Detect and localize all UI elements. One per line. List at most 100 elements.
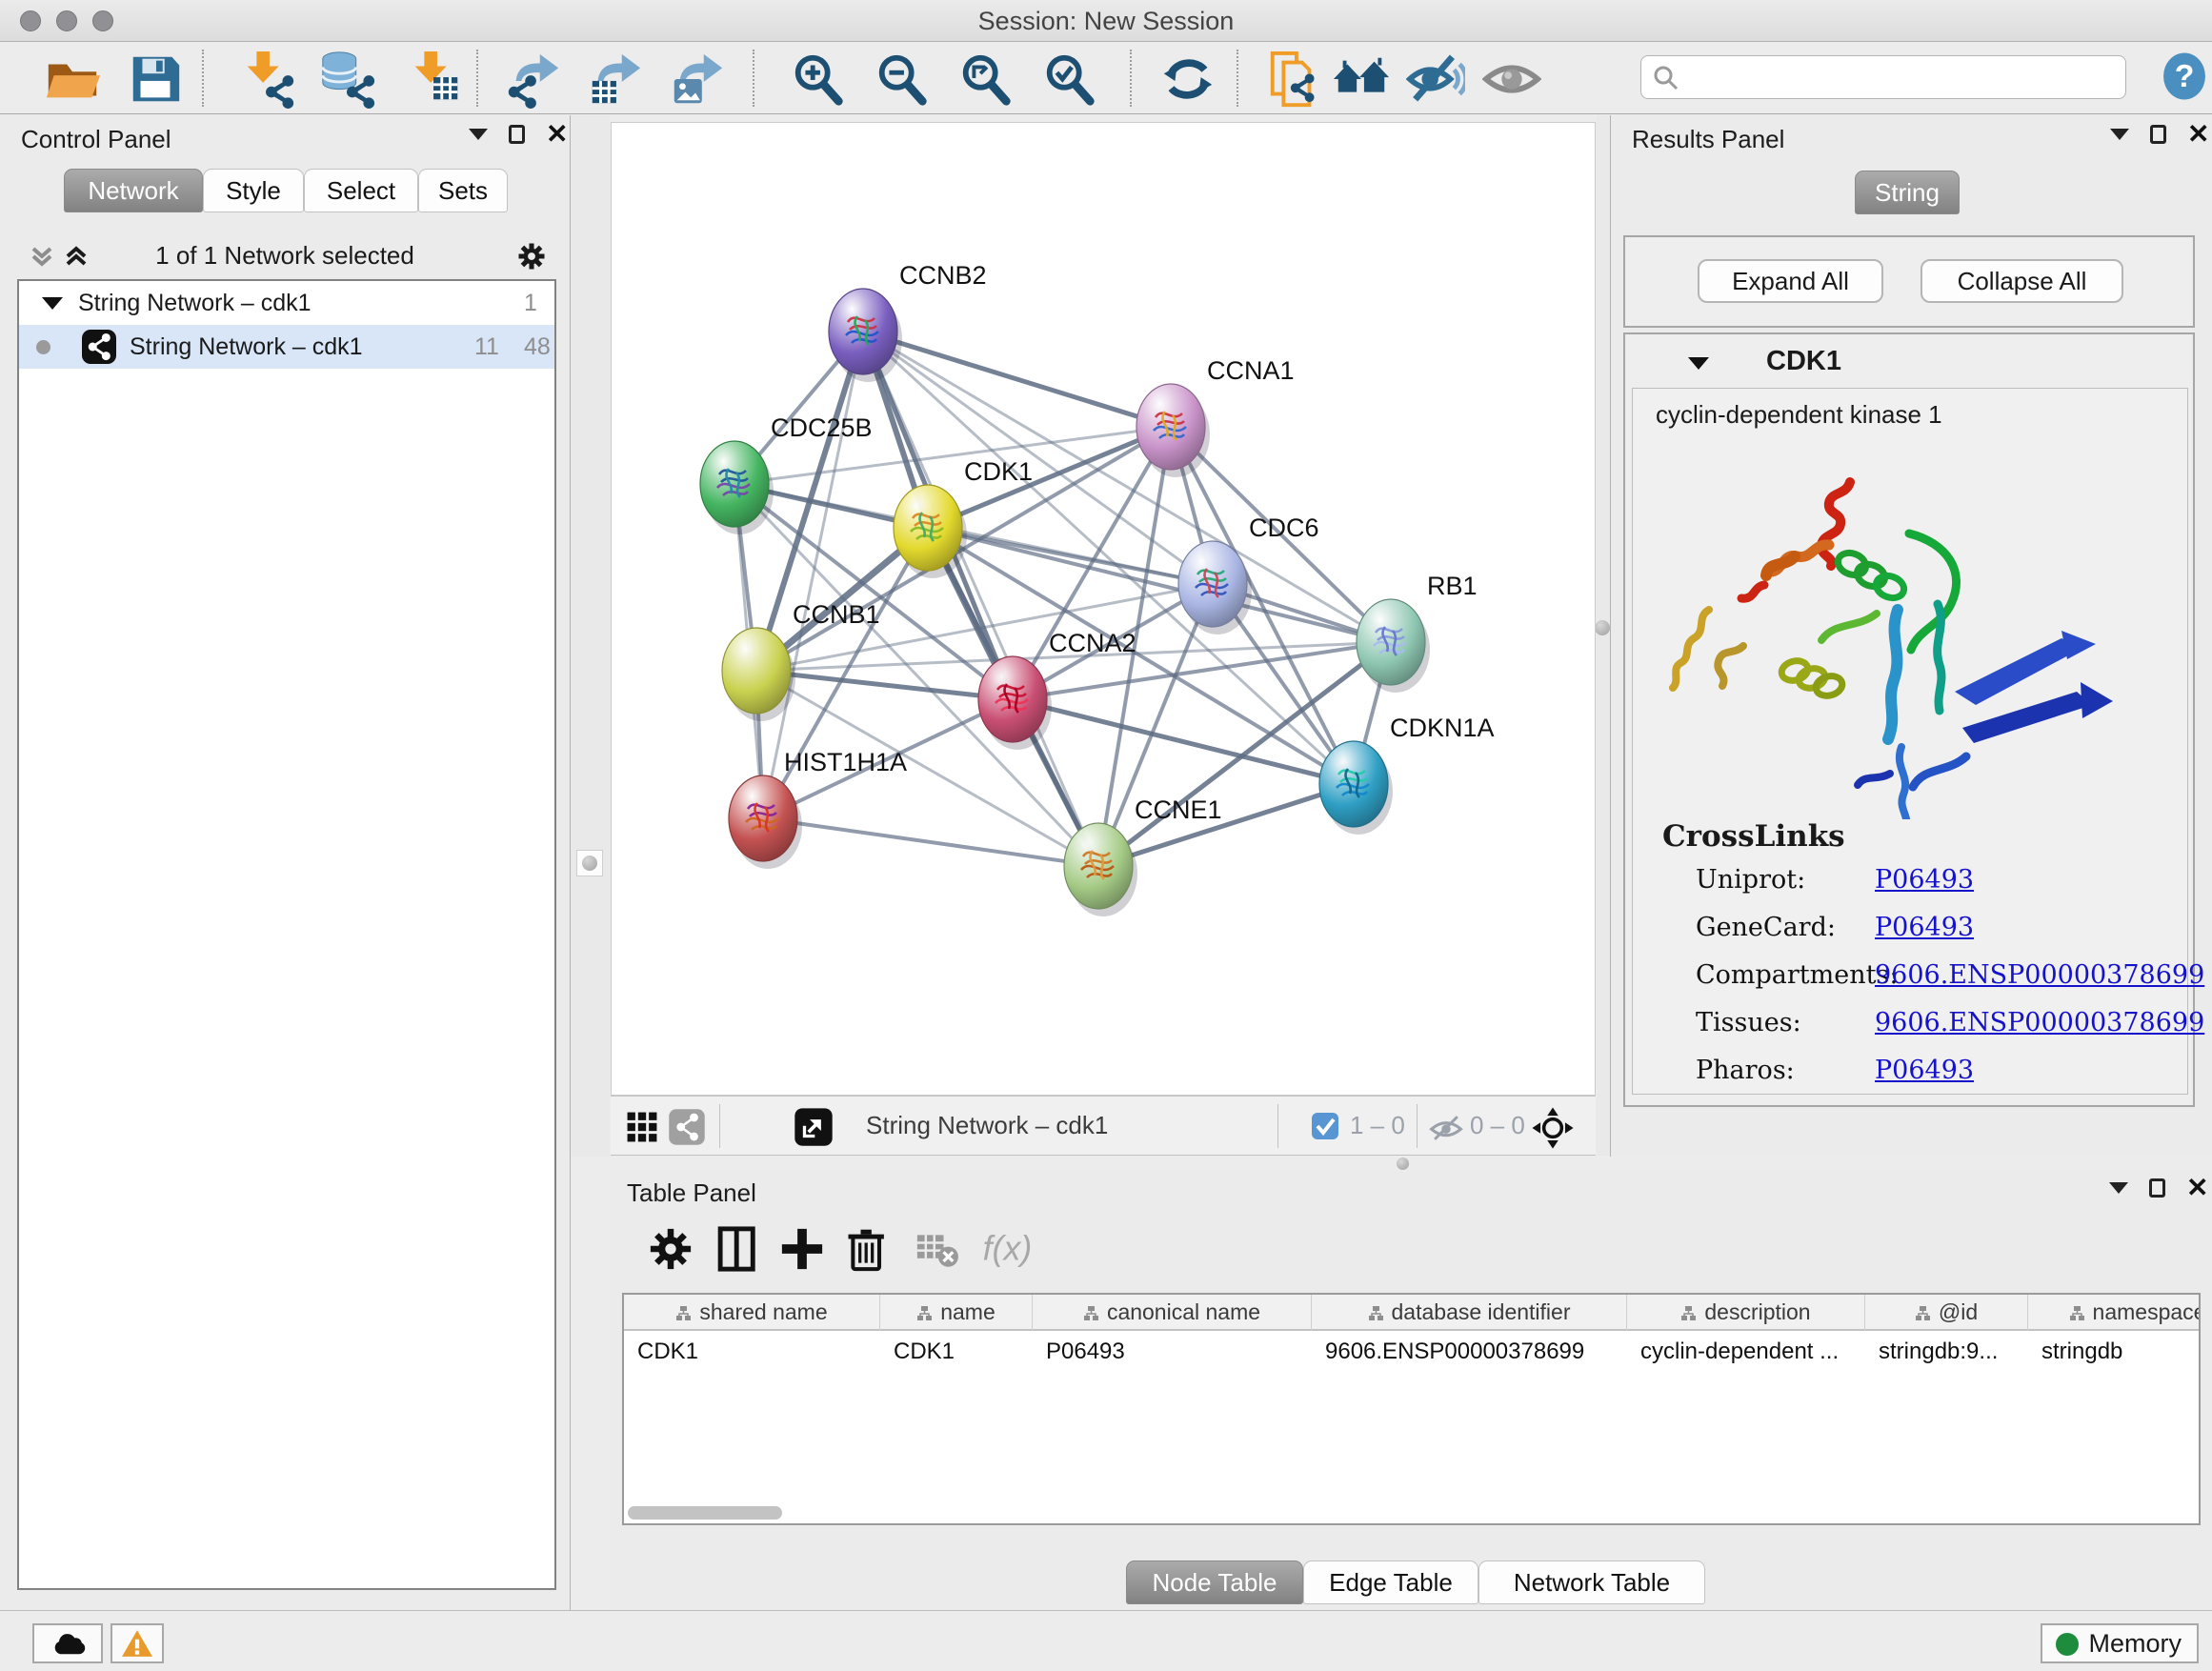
refresh-icon[interactable] bbox=[1158, 50, 1217, 109]
float-panel-icon[interactable] bbox=[2149, 1178, 2165, 1198]
network-collection-row[interactable]: String Network – cdk1 1 bbox=[19, 281, 554, 325]
add-column-icon[interactable] bbox=[777, 1224, 827, 1274]
tab-network-table[interactable]: Network Table bbox=[1478, 1560, 1705, 1604]
home-layout-icon[interactable] bbox=[1332, 50, 1391, 109]
memory-button[interactable]: Memory bbox=[2041, 1623, 2199, 1663]
function-builder-icon[interactable]: f(x) bbox=[975, 1224, 1061, 1274]
column-header-database-identifier[interactable]: database identifier bbox=[1312, 1295, 1627, 1331]
close-panel-icon[interactable]: ✕ bbox=[2186, 1178, 2208, 1198]
crosslink-link[interactable]: P06493 bbox=[1875, 1056, 1974, 1085]
horizontal-scrollbar-thumb[interactable] bbox=[628, 1506, 782, 1520]
cloud-button[interactable] bbox=[32, 1623, 103, 1663]
network-row[interactable]: String Network – cdk1 11 48 bbox=[19, 325, 554, 369]
selected-checkbox-icon[interactable] bbox=[1312, 1113, 1338, 1139]
table-header-row: shared namenamecanonical namedatabase id… bbox=[624, 1295, 2201, 1331]
tab-node-table[interactable]: Node Table bbox=[1126, 1560, 1303, 1604]
import-database-icon[interactable] bbox=[317, 50, 376, 109]
table-cell[interactable]: CDK1 bbox=[624, 1333, 880, 1371]
node-count: 11 bbox=[474, 325, 499, 369]
fit-selected-icon[interactable] bbox=[1531, 1106, 1575, 1150]
column-header--id[interactable]: @id bbox=[1865, 1295, 2028, 1331]
node-CCNE1[interactable] bbox=[1064, 823, 1137, 916]
zoom-in-icon[interactable] bbox=[789, 50, 848, 109]
svg-text:f(x): f(x) bbox=[983, 1229, 1033, 1267]
node-RB1[interactable] bbox=[1357, 599, 1430, 693]
column-header-shared-name[interactable]: shared name bbox=[624, 1295, 880, 1331]
table-cell[interactable]: stringdb:9... bbox=[1865, 1333, 2028, 1371]
bottom-splitter-handle[interactable] bbox=[1397, 1158, 1409, 1170]
import-network-icon[interactable] bbox=[238, 50, 297, 109]
show-columns-icon[interactable] bbox=[713, 1224, 762, 1274]
string-network-icon bbox=[82, 330, 116, 364]
crosslink-link[interactable]: 9606.ENSP00000378699 bbox=[1875, 960, 2204, 990]
gear-icon[interactable] bbox=[514, 239, 549, 273]
table-cell[interactable]: CDK1 bbox=[880, 1333, 1033, 1371]
crosslink-label: Pharos: bbox=[1696, 1056, 1795, 1085]
column-header-canonical-name[interactable]: canonical name bbox=[1033, 1295, 1312, 1331]
close-panel-icon[interactable]: ✕ bbox=[2187, 125, 2209, 144]
table-cell[interactable]: stringdb bbox=[2028, 1333, 2201, 1371]
network-canvas[interactable]: CCNB2CCNA1CDC25BCDK1CDC6RB1CCNB1CCNA2CDK… bbox=[611, 122, 1596, 1096]
right-splitter-handle[interactable] bbox=[1595, 620, 1610, 635]
delete-table-icon[interactable] bbox=[913, 1224, 962, 1274]
export-network-icon[interactable] bbox=[503, 50, 562, 109]
table-cell[interactable]: P06493 bbox=[1033, 1333, 1312, 1371]
warnings-button[interactable] bbox=[111, 1623, 164, 1663]
column-header-name[interactable]: name bbox=[880, 1295, 1033, 1331]
zoom-selected-icon[interactable] bbox=[1040, 50, 1099, 109]
float-panel-icon[interactable] bbox=[2150, 125, 2166, 144]
export-image-icon[interactable] bbox=[667, 50, 726, 109]
node-CDK1[interactable] bbox=[894, 485, 967, 578]
node-CCNB2[interactable] bbox=[829, 289, 902, 382]
table-cell[interactable]: cyclin-dependent ... bbox=[1627, 1333, 1865, 1371]
tab-string[interactable]: String bbox=[1855, 171, 1960, 214]
section-collapse-icon[interactable] bbox=[1688, 357, 1709, 370]
export-table-icon[interactable] bbox=[585, 50, 644, 109]
share-view-icon[interactable] bbox=[668, 1108, 706, 1146]
crosslink-link[interactable]: 9606.ENSP00000378699 bbox=[1875, 1008, 2204, 1037]
tab-style[interactable]: Style bbox=[203, 169, 304, 212]
table-settings-icon[interactable] bbox=[646, 1224, 695, 1274]
import-table-icon[interactable] bbox=[406, 50, 465, 109]
tab-edge-table[interactable]: Edge Table bbox=[1303, 1560, 1478, 1604]
search-input[interactable] bbox=[1689, 60, 2108, 94]
collection-expand-icon[interactable] bbox=[42, 297, 63, 310]
save-session-icon[interactable] bbox=[126, 50, 185, 109]
node-HIST1H1A[interactable] bbox=[729, 775, 802, 869]
column-header-namespace[interactable]: namespace bbox=[2028, 1295, 2201, 1331]
node-CCNB1[interactable] bbox=[722, 628, 795, 721]
grid-view-icon[interactable] bbox=[624, 1109, 660, 1145]
node-CDC25B[interactable] bbox=[700, 441, 774, 534]
crosslink-link[interactable]: P06493 bbox=[1875, 913, 1974, 942]
tab-select[interactable]: Select bbox=[304, 169, 418, 212]
show-panels-icon[interactable] bbox=[1482, 50, 1541, 109]
panel-menu-icon[interactable] bbox=[2110, 129, 2129, 140]
close-panel-icon[interactable]: ✕ bbox=[546, 125, 568, 144]
string-import-icon[interactable] bbox=[1265, 50, 1324, 109]
node-CCNA2[interactable] bbox=[978, 656, 1052, 750]
open-in-window-icon[interactable] bbox=[794, 1107, 834, 1147]
panel-menu-icon[interactable] bbox=[2109, 1182, 2128, 1194]
collapse-all-button[interactable]: Collapse All bbox=[1920, 259, 2123, 303]
right-splitter[interactable] bbox=[1597, 115, 1610, 1157]
delete-column-icon[interactable] bbox=[842, 1224, 892, 1274]
panel-menu-icon[interactable] bbox=[469, 129, 488, 140]
expand-all-button[interactable]: Expand All bbox=[1698, 259, 1883, 303]
crosslink-link[interactable]: P06493 bbox=[1875, 865, 1974, 895]
help-button[interactable]: ? bbox=[2159, 50, 2210, 106]
float-panel-icon[interactable] bbox=[509, 125, 525, 144]
tab-network[interactable]: Network bbox=[64, 169, 203, 212]
left-splitter[interactable] bbox=[571, 115, 610, 1157]
zoom-fit-icon[interactable] bbox=[956, 50, 1016, 109]
table-cell[interactable]: 9606.ENSP00000378699 bbox=[1312, 1333, 1627, 1371]
network-list-statusbar: 1 of 1 Network selected bbox=[0, 235, 570, 277]
node-section-title: CDK1 bbox=[1766, 346, 1841, 377]
left-splitter-handle[interactable] bbox=[576, 850, 603, 876]
bottom-splitter[interactable] bbox=[610, 1156, 2212, 1171]
column-header-description[interactable]: description bbox=[1627, 1295, 1865, 1331]
open-session-icon[interactable] bbox=[43, 50, 102, 109]
hide-panels-icon[interactable] bbox=[1406, 50, 1465, 109]
node-CDKN1A[interactable] bbox=[1319, 741, 1393, 835]
tab-sets[interactable]: Sets bbox=[418, 169, 508, 212]
zoom-out-icon[interactable] bbox=[873, 50, 932, 109]
